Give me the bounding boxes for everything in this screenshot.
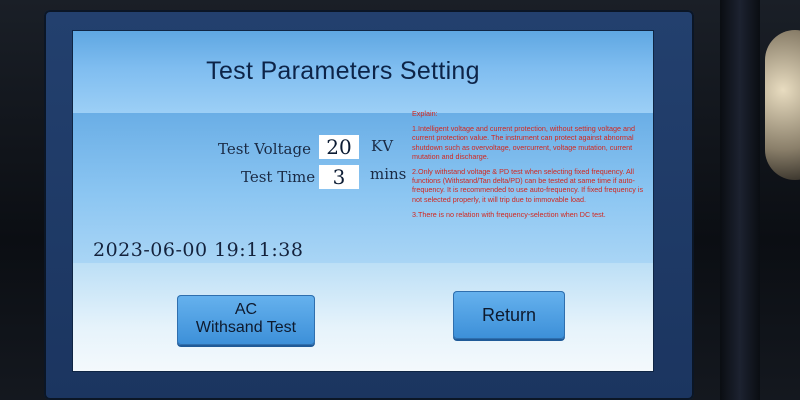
device-side-edge (720, 0, 760, 400)
explain-notes: Explain: 1.Intelligent voltage and curre… (408, 109, 648, 259)
test-time-unit: mins (370, 165, 407, 183)
title-bar: Test Parameters Setting (73, 31, 653, 113)
touch-screen: Test Parameters Setting Test Voltage 20 … (72, 30, 654, 372)
ac-withstand-test-button[interactable]: AC Withsand Test (177, 295, 315, 345)
test-voltage-label: Test Voltage (218, 140, 311, 158)
return-button[interactable]: Return (453, 291, 565, 339)
device-knob (765, 30, 800, 180)
ac-button-label-line1: AC (234, 301, 258, 318)
ac-button-label-line2: Withsand Test (195, 319, 297, 336)
explain-note: 3.There is no relation with frequency-se… (412, 209, 606, 219)
explain-note: 1.Intelligent voltage and current protec… (412, 124, 635, 161)
explain-note: 2.Only withstand voltage & PD test when … (412, 167, 644, 204)
button-area: AC Withsand Test Return (73, 263, 653, 371)
page-title: Test Parameters Setting (206, 57, 480, 85)
parameters-panel: Test Voltage 20 KV Test Time 3 mins 2023… (73, 109, 653, 263)
test-time-input[interactable]: 3 (319, 165, 359, 189)
test-voltage-input[interactable]: 20 (319, 135, 359, 159)
parameter-fields: Test Voltage 20 KV Test Time 3 mins 2023… (73, 113, 408, 263)
test-voltage-unit: KV (371, 137, 394, 155)
explain-heading: Explain: (412, 109, 438, 118)
date-time-display: 2023-06-00 19:11:38 (93, 239, 304, 261)
test-time-label: Test Time (241, 168, 316, 186)
